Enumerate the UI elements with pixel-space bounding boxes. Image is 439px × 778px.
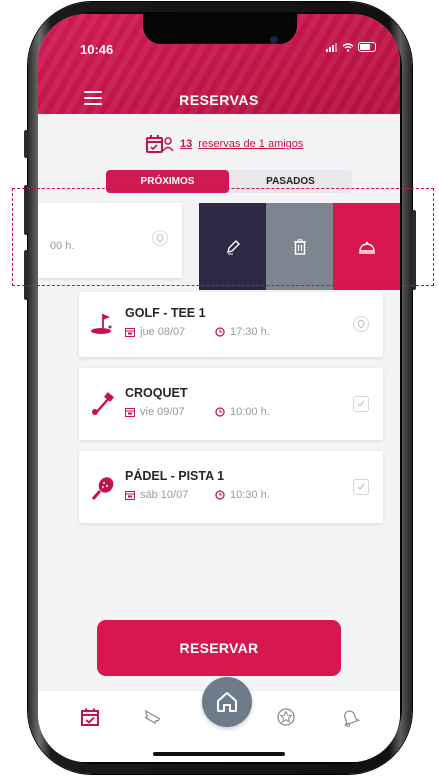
reservation-name: PÁDEL - PISTA 1 <box>125 469 225 483</box>
reservation-time: 10:30 h. <box>215 489 270 501</box>
calendar-icon <box>125 408 135 417</box>
reservation-date-text: vie 09/07 <box>140 406 185 418</box>
check-icon <box>353 396 369 412</box>
location-icon <box>353 316 369 332</box>
reservation-time-text: 10:30 h. <box>230 489 270 501</box>
reservation-date: jue 08/07 <box>125 326 185 338</box>
clock-icon <box>215 327 225 337</box>
calendar-friends-icon <box>146 135 174 153</box>
croquet-icon <box>92 392 114 415</box>
golf-icon <box>91 314 112 334</box>
calendar-icon <box>125 328 135 337</box>
friends-text: reservas de 1 amigos <box>198 138 304 150</box>
reservation-name: GOLF - TEE 1 <box>125 306 206 320</box>
calendar-icon[interactable] <box>80 707 100 727</box>
bell-icon[interactable] <box>340 707 360 727</box>
status-icons <box>326 42 376 52</box>
home-indicator <box>153 752 285 756</box>
mute-switch <box>24 130 28 158</box>
clock-icon <box>215 490 225 500</box>
reservation-time-text: 10:00 h. <box>230 406 270 418</box>
reservation-time-text: 17:30 h. <box>230 326 270 338</box>
reservation-date-text: jue 08/07 <box>140 326 186 338</box>
reservation-card[interactable]: CROQUET vie 09/07 10:00 h. <box>79 368 383 440</box>
friends-count: 13 <box>180 138 193 150</box>
signal-icon <box>326 42 337 52</box>
reservation-card[interactable]: PÁDEL - PISTA 1 sáb 10/07 10:30 h. <box>79 451 383 523</box>
home-button[interactable] <box>202 677 252 727</box>
swipe-highlight-outline <box>12 188 434 286</box>
badge-icon[interactable] <box>276 707 296 727</box>
wifi-icon <box>342 42 354 52</box>
battery-icon <box>358 42 376 52</box>
check-icon <box>353 479 369 495</box>
camera <box>270 36 278 44</box>
reservation-date: sáb 10/07 <box>125 489 188 501</box>
reservation-time: 17:30 h. <box>215 326 270 338</box>
calendar-icon <box>125 491 135 500</box>
reservar-button[interactable]: RESERVAR <box>97 620 341 676</box>
reservation-card[interactable]: GOLF - TEE 1 jue 08/07 17:30 h. <box>79 292 383 357</box>
reservation-name: CROQUET <box>125 386 188 400</box>
reservation-date-text: sáb 10/07 <box>140 489 189 501</box>
clock-icon <box>215 407 225 417</box>
friends-reservations-link[interactable]: 13 reservas de 1 amigos <box>146 134 303 154</box>
padel-icon <box>91 477 114 500</box>
reservation-date: vie 09/07 <box>125 406 185 418</box>
reservation-time: 10:00 h. <box>215 406 270 418</box>
status-time: 10:46 <box>80 42 114 57</box>
app-screen: 10:46 RESERVAS 13 reservas de 1 amigos P… <box>38 14 400 762</box>
home-icon <box>217 692 237 712</box>
page-title: RESERVAS <box>179 92 259 108</box>
ticket-icon[interactable] <box>142 707 162 727</box>
